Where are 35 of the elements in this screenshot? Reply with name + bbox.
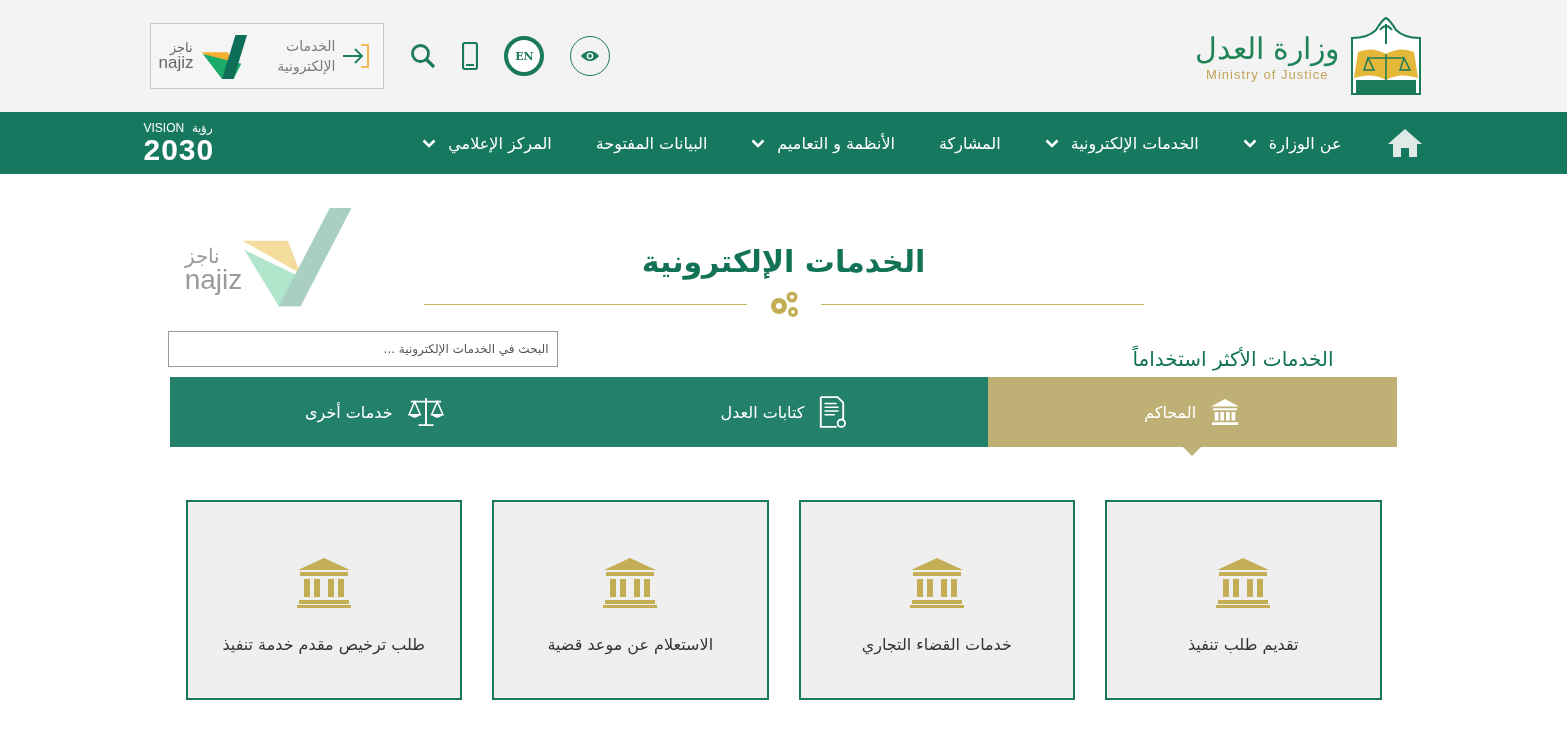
chevron-down-icon[interactable] [1242, 138, 1257, 148]
service-card[interactable]: الاستعلام عن موعد قضية [492, 500, 769, 700]
ministry-name-arabic: وزارة العدل [1194, 30, 1340, 67]
courthouse-icon [295, 556, 352, 609]
tab-pointer-icon [1183, 447, 1202, 456]
chevron-down-icon[interactable] [1044, 138, 1059, 148]
nav-menu-item[interactable]: الخدمات الإلكترونية [1044, 133, 1199, 153]
category-tab[interactable]: كتابات العدل [579, 377, 988, 447]
nav-menu-item[interactable]: عن الوزارة [1242, 133, 1342, 153]
chevron-down-icon[interactable] [751, 138, 766, 148]
section-title: الخدمات الأكثر استخداماً [1132, 347, 1334, 371]
service-card[interactable]: تقديم طلب تنفيذ [1105, 500, 1382, 700]
document-icon [818, 395, 847, 429]
nav-menu-item[interactable]: الأنظمة و التعاميم [751, 133, 895, 153]
courthouse-icon [1215, 556, 1272, 609]
chevron-down-icon[interactable] [422, 138, 437, 148]
courthouse-icon [1210, 398, 1241, 426]
service-card[interactable]: خدمات القضاء التجاري [798, 500, 1075, 700]
category-tab[interactable]: خدمات أخرى [170, 377, 580, 447]
mobile-icon[interactable] [462, 42, 479, 70]
language-button[interactable]: EN [504, 36, 545, 76]
service-card[interactable]: طلب ترخيص مقدم خدمة تنفيذ [185, 500, 462, 700]
page-title: الخدمات الإلكترونية [641, 244, 926, 279]
eye-icon [580, 49, 601, 63]
nav-menu-item[interactable]: البيانات المفتوحة [595, 133, 708, 153]
ministry-name-english: Ministry of Justice [1206, 66, 1329, 82]
search-icon[interactable] [410, 43, 437, 69]
faded-checkmark-icon [242, 208, 353, 308]
nav-menu-item[interactable]: المركز الإعلامي [422, 133, 552, 153]
search-field[interactable]: البحث في الخدمات الإلكترونية ... [167, 331, 558, 367]
courthouse-icon [908, 556, 965, 609]
nav-menu-item[interactable]: المشاركة [939, 133, 1001, 153]
scales-icon [406, 396, 445, 428]
login-arrow-icon [341, 43, 372, 69]
courthouse-icon [602, 556, 659, 609]
